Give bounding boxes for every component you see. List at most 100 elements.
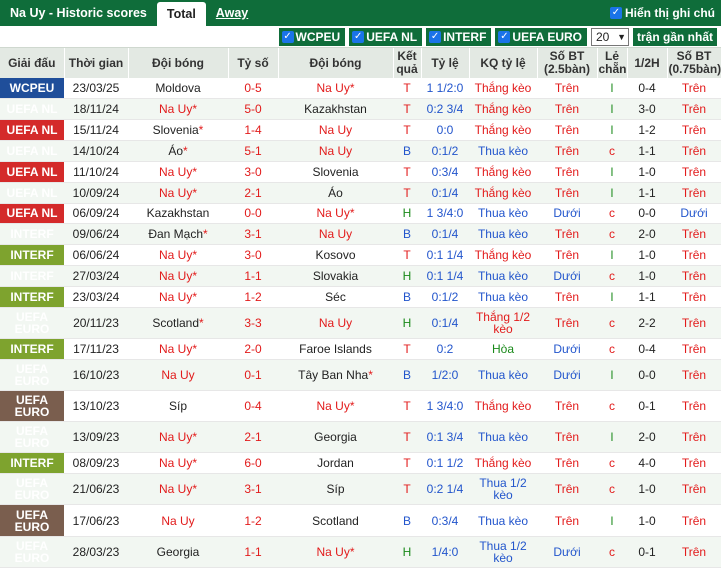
home-team-name[interactable]: Scotland bbox=[152, 316, 199, 330]
away-team-name[interactable]: Georgia bbox=[314, 430, 357, 444]
table-row[interactable]: INTERF 27/03/24 Na Uy* 1-1 Slovakia H 0:1 1/4 T… bbox=[0, 265, 721, 287]
away-team[interactable]: Kosovo bbox=[278, 244, 393, 267]
home-team[interactable]: Na Uy* bbox=[128, 182, 228, 204]
away-team[interactable]: Na Uy bbox=[278, 140, 393, 162]
home-team[interactable]: Na Uy* bbox=[128, 338, 228, 360]
away-team[interactable]: Na Uy bbox=[278, 119, 393, 142]
home-team[interactable]: Na Uy* bbox=[128, 473, 228, 506]
league-badge[interactable]: UEFA EURO bbox=[0, 421, 64, 454]
home-team[interactable]: Scotland* bbox=[128, 307, 228, 339]
home-team-name[interactable]: Na Uy bbox=[159, 165, 192, 179]
match-score[interactable]: 1-2 bbox=[228, 504, 278, 537]
table-row[interactable]: UEFA NL 06/09/24 Kazakhstan 0-0 Na Uy* H 1 3/4… bbox=[0, 203, 721, 225]
league-badge[interactable]: UEFA NL bbox=[0, 98, 64, 121]
home-team-name[interactable]: Na Uy bbox=[161, 368, 194, 382]
league-badge[interactable]: INTERF bbox=[0, 223, 64, 246]
league-badge[interactable]: INTERF bbox=[0, 452, 64, 475]
away-team[interactable]: Georgia bbox=[278, 421, 393, 454]
away-team[interactable]: Na Uy* bbox=[278, 536, 393, 568]
away-team-name[interactable]: Kazakhstan bbox=[304, 102, 367, 116]
home-team[interactable]: Áo* bbox=[128, 140, 228, 162]
checkbox-checked-icon[interactable]: ✓ bbox=[498, 30, 511, 43]
home-team-name[interactable]: Na Uy bbox=[159, 456, 192, 470]
table-row[interactable]: UEFA NL 15/11/24 Slovenia* 1-4 Na Uy T 0:0 Thắn… bbox=[0, 119, 721, 142]
away-team-name[interactable]: Síp bbox=[326, 482, 344, 496]
checkbox-checked-icon[interactable]: ✓ bbox=[352, 30, 365, 43]
filter-interf[interactable]: ✓ INTERF bbox=[426, 27, 492, 46]
league-badge[interactable]: WCPEU bbox=[0, 78, 64, 100]
away-team[interactable]: Slovakia bbox=[278, 265, 393, 287]
match-score[interactable]: 2-0 bbox=[228, 338, 278, 360]
league-badge[interactable]: UEFA EURO bbox=[0, 390, 64, 423]
away-team-name[interactable]: Na Uy bbox=[316, 399, 349, 413]
home-team[interactable]: Na Uy* bbox=[128, 265, 228, 287]
league-badge[interactable]: UEFA EURO bbox=[0, 504, 64, 537]
home-team-name[interactable]: Síp bbox=[169, 399, 187, 413]
league-badge[interactable]: INTERF bbox=[0, 265, 64, 287]
league-badge[interactable]: INTERF bbox=[0, 338, 64, 360]
table-row[interactable]: UEFA NL 18/11/24 Na Uy* 5-0 Kazakhstan T 0:2 3… bbox=[0, 98, 721, 121]
match-score[interactable]: 3-1 bbox=[228, 473, 278, 506]
home-team[interactable]: Na Uy* bbox=[128, 452, 228, 475]
league-badge[interactable]: INTERF bbox=[0, 244, 64, 267]
show-notes-toggle[interactable]: ✓ Hiển thị ghi chú bbox=[610, 0, 715, 26]
away-team-name[interactable]: Scotland bbox=[312, 514, 359, 528]
match-score[interactable]: 6-0 bbox=[228, 452, 278, 475]
away-team-name[interactable]: Slovakia bbox=[313, 269, 358, 283]
away-team[interactable]: Scotland bbox=[278, 504, 393, 537]
away-team[interactable]: Na Uy bbox=[278, 307, 393, 339]
home-team[interactable]: Na Uy* bbox=[128, 286, 228, 308]
match-score[interactable]: 5-1 bbox=[228, 140, 278, 162]
league-badge[interactable]: INTERF bbox=[0, 286, 64, 308]
away-team[interactable]: Na Uy* bbox=[278, 390, 393, 423]
home-team-name[interactable]: Na Uy bbox=[159, 186, 192, 200]
away-team-name[interactable]: Na Uy bbox=[319, 227, 352, 241]
league-badge[interactable]: UEFA NL bbox=[0, 203, 64, 225]
home-team-name[interactable]: Na Uy bbox=[159, 342, 192, 356]
filter-uefa-euro[interactable]: ✓ UEFA EURO bbox=[495, 27, 587, 46]
league-badge[interactable]: UEFA NL bbox=[0, 119, 64, 142]
home-team-name[interactable]: Đan Mạch bbox=[148, 227, 203, 241]
match-score[interactable]: 0-1 bbox=[228, 359, 278, 392]
table-row[interactable]: UEFA NL 11/10/24 Na Uy* 3-0 Slovenia T 0:3/4 Th… bbox=[0, 161, 721, 183]
table-row[interactable]: UEFA EURO 17/06/23 Na Uy 1-2 Scotland B 0:3/4 T… bbox=[0, 504, 721, 537]
home-team-name[interactable]: Na Uy bbox=[159, 269, 192, 283]
league-badge[interactable]: UEFA EURO bbox=[0, 359, 64, 392]
away-team-name[interactable]: Na Uy bbox=[316, 81, 349, 95]
table-row[interactable]: UEFA EURO 28/03/23 Georgia 1-1 Na Uy* H 1/4:0 T… bbox=[0, 536, 721, 568]
table-row[interactable]: WCPEU 23/03/25 Moldova 0-5 Na Uy* T 1 1/2:0 Thắ… bbox=[0, 78, 721, 100]
away-team-name[interactable]: Na Uy bbox=[319, 144, 352, 158]
match-score[interactable]: 0-5 bbox=[228, 78, 278, 100]
away-team-name[interactable]: Faroe Islands bbox=[299, 342, 372, 356]
match-score[interactable]: 5-0 bbox=[228, 98, 278, 121]
filter-uefa-nl[interactable]: ✓ UEFA NL bbox=[349, 27, 423, 46]
league-badge[interactable]: UEFA NL bbox=[0, 182, 64, 204]
away-team-name[interactable]: Na Uy bbox=[316, 545, 349, 559]
table-row[interactable]: UEFA EURO 16/10/23 Na Uy 0-1 Tây Ban Nha* B 1/… bbox=[0, 359, 721, 392]
away-team[interactable]: Jordan bbox=[278, 452, 393, 475]
home-team-name[interactable]: Kazakhstan bbox=[147, 206, 210, 220]
table-row[interactable]: UEFA NL 14/10/24 Áo* 5-1 Na Uy B 0:1/2 Thua kèo… bbox=[0, 140, 721, 162]
home-team[interactable]: Moldova bbox=[128, 78, 228, 100]
home-team[interactable]: Slovenia* bbox=[128, 119, 228, 142]
home-team-name[interactable]: Na Uy bbox=[161, 514, 194, 528]
away-team[interactable]: Na Uy* bbox=[278, 78, 393, 100]
league-badge[interactable]: UEFA EURO bbox=[0, 473, 64, 506]
home-team-name[interactable]: Georgia bbox=[157, 545, 200, 559]
home-team[interactable]: Đan Mạch* bbox=[128, 223, 228, 246]
away-team[interactable]: Tây Ban Nha* bbox=[278, 359, 393, 392]
away-team[interactable]: Séc bbox=[278, 286, 393, 308]
home-team-name[interactable]: Áo bbox=[168, 144, 183, 158]
table-row[interactable]: UEFA NL 10/09/24 Na Uy* 2-1 Áo T 0:1/4 Thắng kè… bbox=[0, 182, 721, 204]
table-row[interactable]: INTERF 17/11/23 Na Uy* 2-0 Faroe Islands T 0:2… bbox=[0, 338, 721, 360]
away-team-name[interactable]: Séc bbox=[325, 290, 346, 304]
away-team[interactable]: Kazakhstan bbox=[278, 98, 393, 121]
away-team-name[interactable]: Na Uy bbox=[319, 123, 352, 137]
home-team[interactable]: Georgia bbox=[128, 536, 228, 568]
match-score[interactable]: 3-0 bbox=[228, 161, 278, 183]
home-team[interactable]: Kazakhstan bbox=[128, 203, 228, 225]
away-team[interactable]: Síp bbox=[278, 473, 393, 506]
league-badge[interactable]: UEFA NL bbox=[0, 140, 64, 162]
home-team[interactable]: Na Uy* bbox=[128, 244, 228, 267]
match-count-select[interactable]: 20 ▼ bbox=[590, 27, 629, 46]
